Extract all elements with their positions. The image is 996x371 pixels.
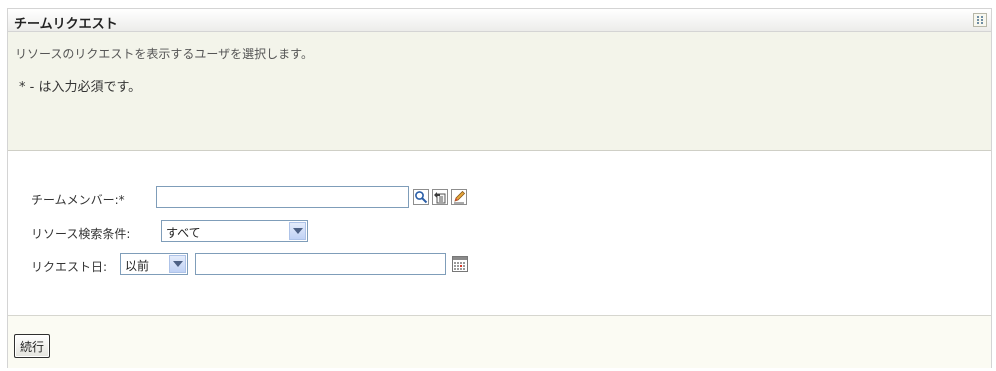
chevron-down-icon[interactable]: [289, 222, 306, 240]
edit-icon[interactable]: [451, 189, 467, 205]
team-member-input[interactable]: [156, 186, 409, 208]
portlet-title: チームリクエスト: [14, 17, 118, 32]
resource-filter-label: リソース検索条件:: [31, 227, 131, 241]
request-date-label: リクエスト日:: [31, 260, 108, 274]
resource-filter-value: すべて: [166, 226, 201, 240]
team-member-label: チームメンバー:*: [31, 193, 125, 207]
search-icon[interactable]: [413, 189, 429, 205]
request-date-operator-select[interactable]: 以前: [120, 253, 188, 275]
portlet-title-bar: チームリクエスト: [8, 9, 991, 32]
request-form: チームメンバー:* リソース検索条件: すべて リクエスト日: 以前: [8, 151, 991, 316]
request-date-input[interactable]: [195, 253, 446, 275]
calendar-icon[interactable]: [452, 256, 468, 272]
form-footer: 続行: [8, 316, 991, 368]
request-date-operator-value: 以前: [125, 259, 150, 273]
instructions-area: リソースのリクエストを表示するユーザを選択します。 * - は入力必須です。: [8, 32, 991, 151]
required-note: * - は入力必須です。: [19, 80, 142, 95]
history-icon[interactable]: [432, 189, 448, 205]
chevron-down-icon[interactable]: [169, 255, 186, 273]
grid-menu-icon[interactable]: [973, 13, 987, 27]
continue-button[interactable]: 続行: [14, 334, 51, 358]
team-request-portlet: チームリクエスト リソースのリクエストを表示するユーザを選択します。 * - は…: [7, 8, 992, 368]
resource-filter-select[interactable]: すべて: [161, 220, 308, 242]
description-text: リソースのリクエストを表示するユーザを選択します。: [15, 47, 313, 61]
